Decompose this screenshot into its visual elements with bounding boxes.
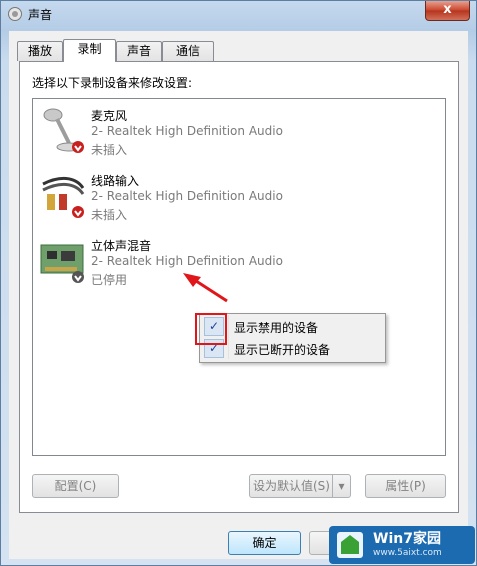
list-item[interactable]: 麦克风 2- Realtek High Definition Audio 未插入 — [33, 107, 443, 167]
device-name: 线路输入 — [91, 174, 140, 188]
microphone-icon — [43, 108, 84, 153]
tab-sounds[interactable]: 声音 — [116, 41, 162, 61]
tab-communications[interactable]: 通信 — [162, 41, 214, 61]
chevron-down-icon[interactable]: ▾ — [332, 475, 350, 497]
sound-card-icon — [40, 244, 84, 283]
set-default-button[interactable]: 设为默认值(S) ▾ — [249, 474, 351, 498]
device-name: 麦克风 — [91, 109, 128, 123]
menu-item-label: 显示禁用的设备 — [234, 321, 319, 335]
close-button[interactable]: x — [425, 1, 470, 21]
line-in-cable-icon — [42, 177, 85, 218]
tab-recording[interactable]: 录制 — [63, 39, 116, 62]
sound-dialog: 声音 x 播放 录制 声音 通信 选择以下录制设备来修改设置: 麦克风 2- R… — [0, 0, 477, 566]
configure-button[interactable]: 配置(C) — [32, 474, 119, 498]
set-default-label: 设为默认值(S) — [253, 479, 330, 493]
recording-panel: 选择以下录制设备来修改设置: 麦克风 2- Realtek High Defin… — [19, 61, 459, 513]
menu-item-label: 显示已断开的设备 — [234, 343, 331, 357]
list-item[interactable]: 线路输入 2- Realtek High Definition Audio 未插… — [33, 172, 443, 232]
device-name: 立体声混音 — [91, 239, 152, 253]
annotation-arrow-icon — [183, 273, 228, 303]
watermark-site: www.5aixt.com — [373, 548, 442, 558]
device-list[interactable]: 麦克风 2- Realtek High Definition Audio 未插入… — [32, 98, 446, 456]
tab-playback[interactable]: 播放 — [17, 41, 63, 61]
title-bar[interactable]: 声音 x — [1, 1, 476, 27]
menu-item-show-disconnected[interactable]: ✓ 显示已断开的设备 — [202, 338, 382, 359]
highlight-box — [195, 313, 227, 345]
context-menu: ✓ 显示禁用的设备 ✓ 显示已断开的设备 — [199, 313, 386, 363]
dialog-client: 播放 录制 声音 通信 选择以下录制设备来修改设置: 麦克风 2- Realte… — [9, 31, 468, 559]
list-item[interactable]: 立体声混音 2- Realtek High Definition Audio 已… — [33, 237, 443, 297]
device-description: 2- Realtek High Definition Audio — [91, 189, 283, 203]
device-status: 未插入 — [91, 143, 128, 157]
ok-button[interactable]: 确定 — [228, 531, 301, 555]
device-status: 未插入 — [91, 208, 128, 222]
menu-item-show-disabled[interactable]: ✓ 显示禁用的设备 — [202, 316, 382, 337]
device-description: 2- Realtek High Definition Audio — [91, 254, 283, 268]
watermark-brand: Win7家园 — [373, 531, 441, 547]
device-description: 2- Realtek High Definition Audio — [91, 124, 283, 138]
watermark-logo: Win7家园 www.5aixt.com — [327, 524, 477, 566]
properties-button[interactable]: 属性(P) — [365, 474, 446, 498]
device-status: 已停用 — [91, 273, 128, 287]
window-title: 声音 — [28, 8, 53, 22]
speaker-icon — [8, 7, 22, 21]
instruction-text: 选择以下录制设备来修改设置: — [32, 76, 193, 90]
